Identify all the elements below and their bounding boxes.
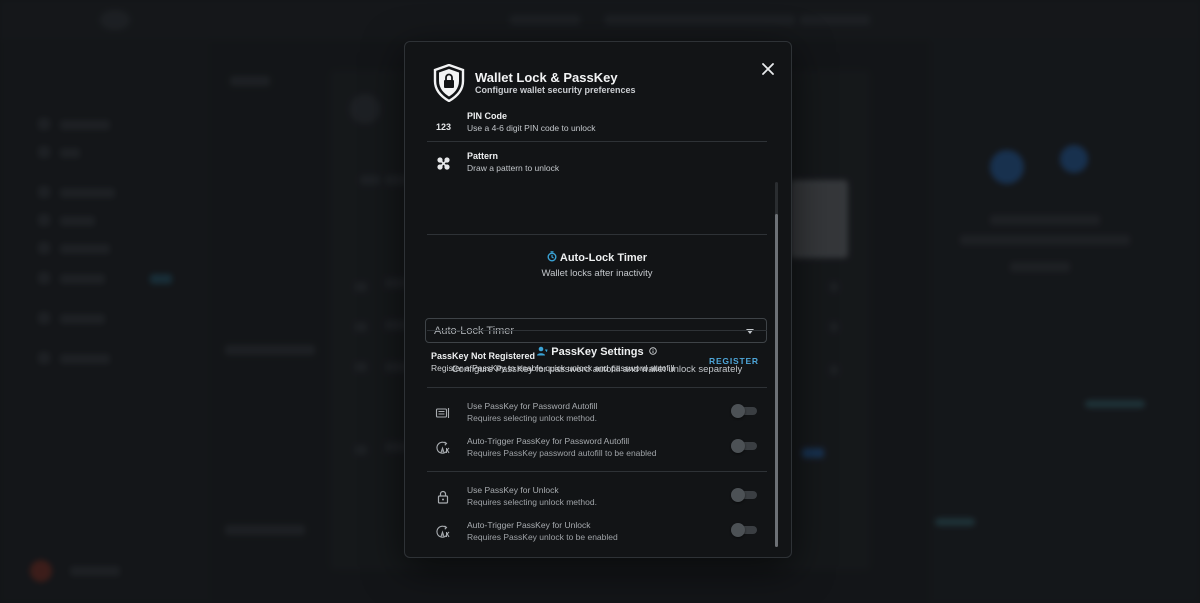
svg-text:123: 123 [436, 122, 451, 132]
info-icon[interactable] [648, 347, 657, 355]
wallet-lock-modal: Wallet Lock & PassKey Configure wallet s… [404, 41, 792, 558]
close-icon[interactable] [759, 60, 777, 78]
passkey-status-description: Register a PassKey to enable quick unloc… [431, 363, 675, 373]
shield-lock-icon [433, 64, 465, 102]
pattern-icon [437, 157, 450, 170]
auto-trigger-autofill-toggle[interactable] [731, 439, 759, 453]
divider [427, 141, 767, 142]
toggle-label: Auto-Trigger PassKey for Password Autofi… [467, 436, 630, 446]
unlock-method-label: Pattern [467, 151, 499, 161]
toggle-label: Use PassKey for Password Autofill [467, 401, 598, 411]
auto-lock-title-text: Auto-Lock Timer [559, 252, 648, 264]
passkey-unlock-toggle[interactable] [731, 488, 759, 502]
auto-lock-title: Auto-Lock Timer [405, 251, 789, 264]
modal-header: Wallet Lock & PassKey Configure wallet s… [405, 42, 791, 110]
unlock-method-label: PIN Code [467, 111, 508, 121]
toggle-description: Requires PassKey unlock to be enabled [467, 532, 618, 542]
divider [427, 387, 767, 388]
scrollbar-thumb[interactable] [775, 214, 778, 547]
toggle-row-auto-trigger-unlock: Auto-Trigger PassKey for Unlock Requires… [427, 520, 767, 550]
timer-icon [547, 251, 557, 262]
user-key-icon [537, 346, 548, 356]
modal-subtitle: Configure wallet security preferences [475, 85, 636, 95]
unlock-method-description: Draw a pattern to unlock [467, 163, 560, 173]
toggle-label: Auto-Trigger PassKey for Unlock [467, 520, 591, 530]
toggle-row-passkey-unlock: Use PassKey for Unlock Requires selectin… [427, 485, 767, 515]
lock-icon [437, 490, 449, 504]
modal-title: Wallet Lock & PassKey [475, 70, 618, 85]
123-icon: 123 [436, 122, 451, 132]
auto-trigger-icon [436, 441, 450, 454]
auto-trigger-unlock-toggle[interactable] [731, 523, 759, 537]
toggle-row-passkey-autofill: Use PassKey for Password Autofill Requir… [427, 401, 767, 431]
unlock-method-pin[interactable]: 123 PIN Code Use a 4-6 digit PIN code to… [427, 111, 767, 151]
keyboard-icon [435, 408, 450, 418]
auto-lock-select-placeholder: Auto-Lock Timer [434, 325, 515, 337]
unlock-method-description: Use a 4-6 digit PIN code to unlock [467, 123, 596, 133]
unlock-method-pattern[interactable]: Pattern Draw a pattern to unlock [427, 151, 767, 191]
toggle-description: Requires selecting unlock method. [467, 413, 597, 423]
toggle-description: Requires selecting unlock method. [467, 497, 597, 507]
divider [427, 330, 767, 331]
divider [427, 234, 767, 235]
passkey-autofill-toggle[interactable] [731, 404, 759, 418]
passkey-status-title: PassKey Not Registered [431, 351, 536, 361]
toggle-row-auto-trigger-autofill: Auto-Trigger PassKey for Password Autofi… [427, 436, 767, 466]
auto-trigger-icon [436, 525, 450, 538]
register-passkey-button[interactable]: REGISTER [709, 356, 759, 366]
toggle-description: Requires PassKey password autofill to be… [467, 448, 657, 458]
divider [427, 471, 767, 472]
passkey-title-text: PassKey Settings [551, 346, 644, 358]
auto-lock-subtitle: Wallet locks after inactivity [541, 268, 653, 279]
toggle-label: Use PassKey for Unlock [467, 485, 559, 495]
